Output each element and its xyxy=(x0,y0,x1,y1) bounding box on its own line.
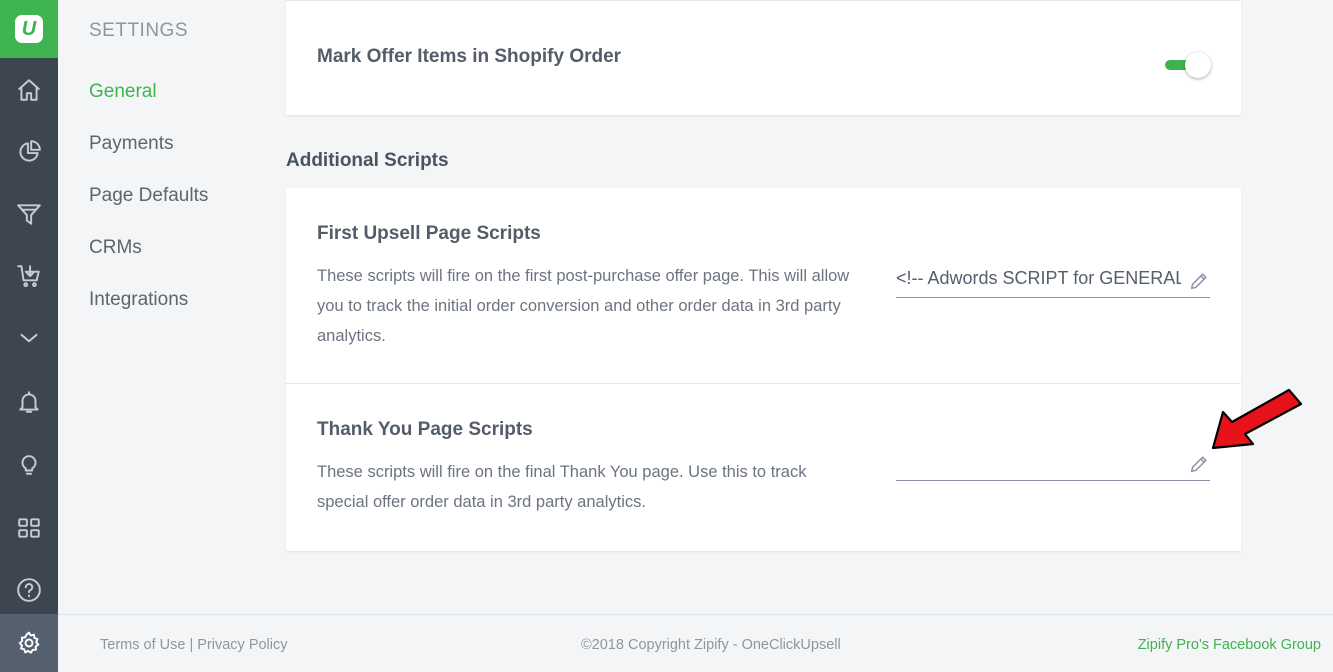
thank-you-title: Thank You Page Scripts xyxy=(317,419,533,440)
app-logo[interactable]: U xyxy=(0,0,58,58)
additional-scripts-title: Additional Scripts xyxy=(286,150,449,171)
subnav-item-page-defaults[interactable]: Page Defaults xyxy=(89,185,208,207)
row-divider xyxy=(286,383,1241,384)
pencil-edit-icon[interactable] xyxy=(1188,453,1210,475)
funnel-icon[interactable] xyxy=(0,194,58,234)
chevron-down-icon[interactable] xyxy=(0,318,58,358)
bell-icon[interactable] xyxy=(0,382,58,422)
subnav-item-payments[interactable]: Payments xyxy=(89,133,173,155)
footer-links: Terms of Use | Privacy Policy xyxy=(100,637,288,653)
help-icon[interactable] xyxy=(0,570,58,610)
scripts-card: First Upsell Page Scripts These scripts … xyxy=(286,188,1241,551)
toggle-knob xyxy=(1185,52,1211,78)
home-icon[interactable] xyxy=(0,70,58,110)
red-arrow-annotation xyxy=(1211,388,1303,450)
first-upsell-script-field[interactable]: <!-- Adwords SCRIPT for GENERAL xyxy=(896,262,1210,298)
cart-upsell-icon[interactable] xyxy=(0,256,58,296)
first-upsell-title: First Upsell Page Scripts xyxy=(317,223,541,244)
lightbulb-icon[interactable] xyxy=(0,444,58,484)
first-upsell-description: These scripts will fire on the first pos… xyxy=(317,267,850,345)
mark-offer-toggle[interactable] xyxy=(1163,52,1211,78)
facebook-group-link[interactable]: Zipify Pro's Facebook Group xyxy=(1138,637,1321,653)
pencil-edit-icon[interactable] xyxy=(1188,270,1210,292)
thank-you-script-field[interactable] xyxy=(896,445,1210,481)
terms-link[interactable]: Terms of Use xyxy=(100,637,185,653)
settings-gear-icon[interactable] xyxy=(0,614,58,672)
privacy-link[interactable]: Privacy Policy xyxy=(197,637,287,653)
analytics-pie-icon[interactable] xyxy=(0,132,58,172)
first-upsell-script-value: <!-- Adwords SCRIPT for GENERAL xyxy=(896,268,1181,288)
footer-separator: | xyxy=(185,637,198,653)
settings-subnav: SETTINGS General Payments Page Defaults … xyxy=(58,0,286,614)
settings-heading: SETTINGS xyxy=(89,20,189,41)
logo-icon: U xyxy=(15,15,43,43)
copyright-text: ©2018 Copyright Zipify - OneClickUpsell xyxy=(581,637,841,653)
thank-you-description: These scripts will fire on the final Tha… xyxy=(317,463,807,511)
mark-offer-label: Mark Offer Items in Shopify Order xyxy=(317,46,622,67)
subnav-item-crms[interactable]: CRMs xyxy=(89,237,142,259)
mark-offer-card: Mark Offer Items in Shopify Order xyxy=(286,0,1241,115)
icon-rail: U xyxy=(0,0,58,672)
grid-apps-icon[interactable] xyxy=(0,508,58,548)
subnav-item-integrations[interactable]: Integrations xyxy=(89,289,188,311)
footer: Terms of Use | Privacy Policy ©2018 Copy… xyxy=(58,614,1333,672)
subnav-item-general[interactable]: General xyxy=(89,81,157,103)
